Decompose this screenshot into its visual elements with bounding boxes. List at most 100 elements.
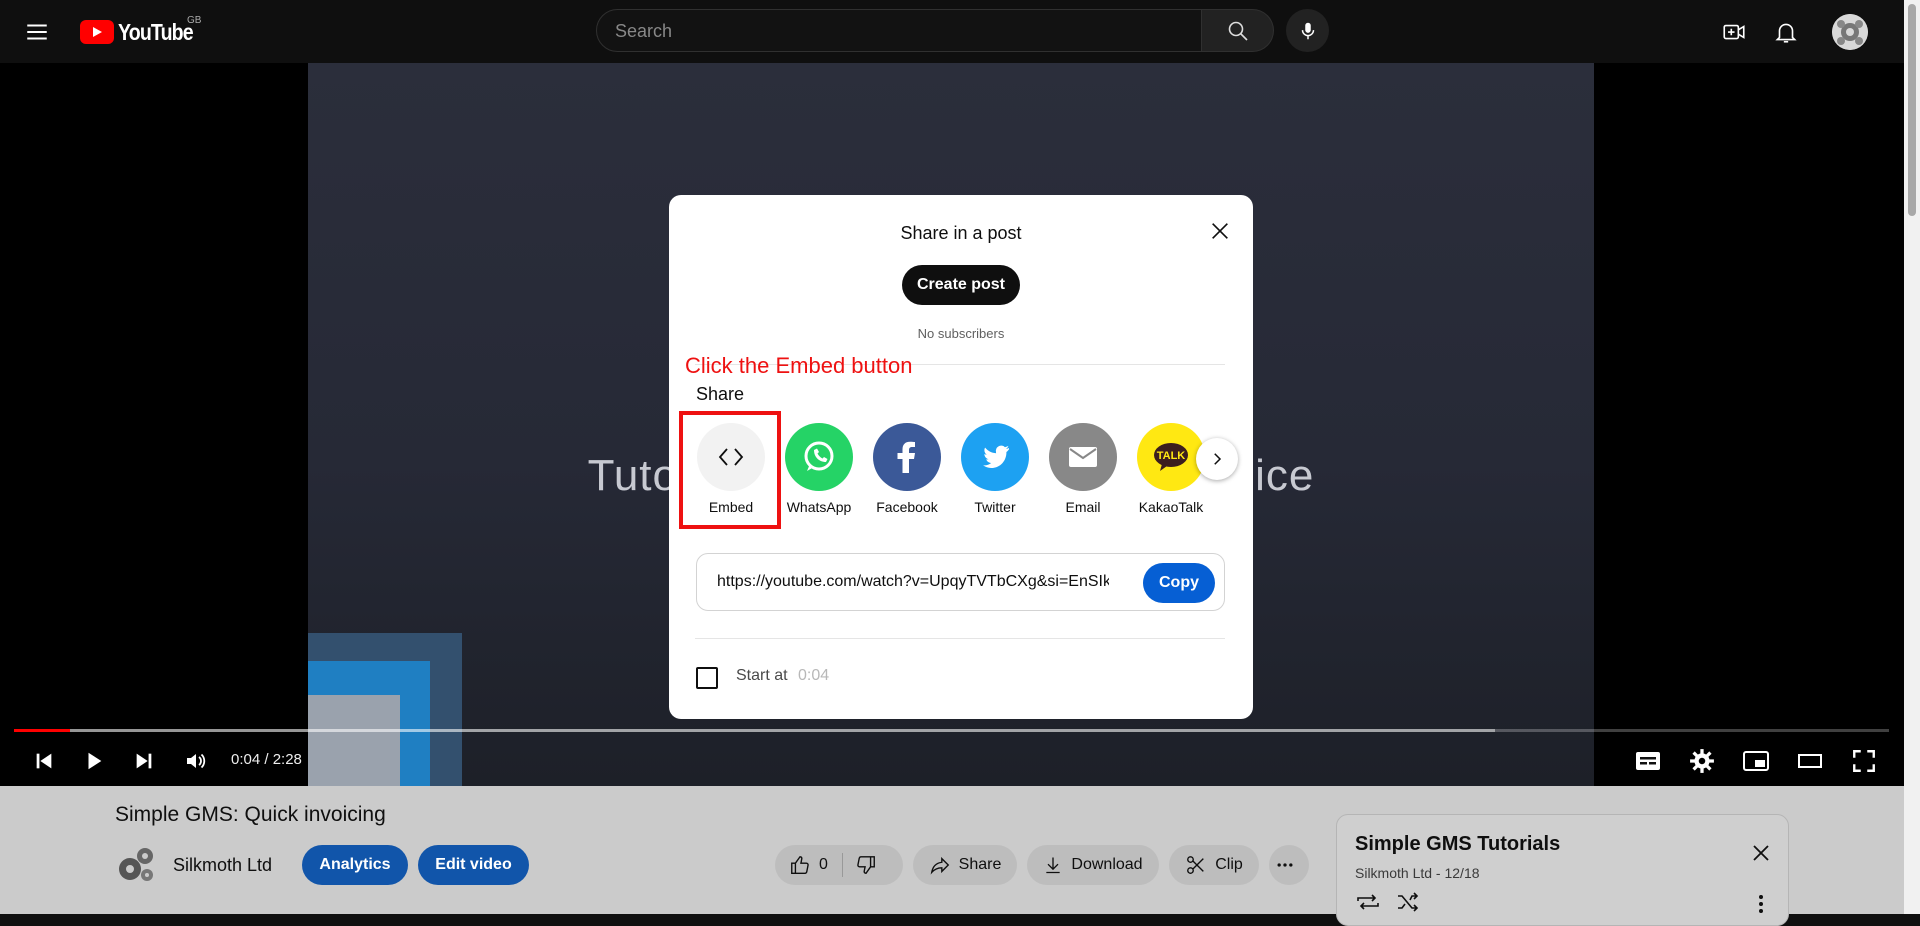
divider <box>695 638 1225 639</box>
share-target-label: Twitter <box>974 499 1016 515</box>
menu-icon[interactable] <box>24 19 50 45</box>
search-input[interactable] <box>597 10 1177 53</box>
share-arrow-icon <box>930 856 949 875</box>
create-video-icon[interactable] <box>1720 18 1748 46</box>
region-code: GB <box>187 15 202 26</box>
theater-mode-icon <box>1798 754 1822 768</box>
search-box <box>596 9 1202 53</box>
loop-icon[interactable] <box>1355 891 1381 913</box>
share-target-twitter[interactable]: Twitter <box>955 423 1035 515</box>
embed-highlight-box <box>679 411 781 529</box>
dialog-title: Share in a post <box>900 223 1022 243</box>
dislike-button[interactable] <box>855 854 885 876</box>
edit-video-button[interactable]: Edit video <box>418 845 529 885</box>
share-button[interactable]: Share <box>913 845 1017 885</box>
share-url-field: https://youtube.com/watch?v=UpqyTVTbCXg&… <box>696 553 1225 611</box>
clip-button[interactable]: Clip <box>1169 845 1259 885</box>
like-count: 0 <box>819 856 828 873</box>
miniplayer-button[interactable] <box>1740 745 1772 777</box>
search-button[interactable] <box>1202 9 1274 52</box>
share-target-label: Facebook <box>876 499 938 515</box>
analytics-button[interactable]: Analytics <box>302 845 408 885</box>
play-button[interactable] <box>78 745 110 777</box>
thumbs-up-icon <box>791 856 809 874</box>
search-icon <box>1228 21 1248 41</box>
progress-bar[interactable] <box>14 729 1889 732</box>
youtube-play-icon <box>80 20 114 44</box>
download-icon <box>1046 857 1061 874</box>
gears-icon <box>119 848 153 881</box>
like-dislike-group: 0 <box>775 845 903 885</box>
share-url[interactable]: https://youtube.com/watch?v=UpqyTVTbCXg&… <box>717 573 1109 591</box>
scissors-icon <box>1187 856 1205 874</box>
share-target-label: KakaoTalk <box>1138 499 1204 515</box>
share-target-facebook[interactable]: Facebook <box>867 423 947 515</box>
playlist-menu-icon[interactable] <box>1755 893 1767 915</box>
previous-button[interactable] <box>28 745 60 777</box>
tutorial-annotation: Click the Embed button <box>685 353 913 378</box>
share-heading: Share <box>696 384 745 404</box>
time-display: 0:04 / 2:28 <box>231 751 302 768</box>
shuffle-icon[interactable] <box>1395 891 1421 913</box>
progress-played <box>14 729 70 732</box>
logo-text: YouTube <box>118 18 194 45</box>
thumbs-down-icon <box>857 856 875 874</box>
miniplayer-icon <box>1743 751 1769 771</box>
subtitles-button[interactable] <box>1632 745 1664 777</box>
skip-previous-icon <box>36 753 52 769</box>
playlist-panel: Simple GMS Tutorials Silkmoth Ltd - 12/1… <box>1336 814 1789 926</box>
subtitles-icon <box>1636 752 1660 770</box>
play-icon <box>88 752 102 770</box>
chevron-right-icon[interactable] <box>1196 438 1238 480</box>
more-actions-button[interactable] <box>1269 845 1309 885</box>
more-horizontal-icon <box>1277 863 1293 867</box>
scrollbar-thumb[interactable] <box>1908 4 1916 216</box>
fullscreen-button[interactable] <box>1848 745 1880 777</box>
theater-mode-button[interactable] <box>1794 745 1826 777</box>
clip-label: Clip <box>1215 856 1243 873</box>
playlist-title[interactable]: Simple GMS Tutorials <box>1355 833 1560 856</box>
volume-icon <box>187 753 206 769</box>
channel-name[interactable]: Silkmoth Ltd <box>173 855 272 876</box>
no-subscribers-text: No subscribers <box>917 326 1005 341</box>
share-target-label: WhatsApp <box>786 499 852 515</box>
facebook-icon <box>873 423 941 491</box>
account-avatar[interactable] <box>1832 14 1868 50</box>
svg-text:TALK: TALK <box>1157 450 1186 462</box>
like-button[interactable]: 0 <box>789 854 828 876</box>
playlist-subtitle: Silkmoth Ltd - 12/18 <box>1355 865 1480 881</box>
copy-button[interactable]: Copy <box>1143 563 1215 603</box>
share-target-label: Email <box>1065 499 1101 515</box>
voice-search-button[interactable] <box>1286 9 1329 52</box>
share-label: Share <box>958 856 1002 873</box>
video-title: Simple GMS: Quick invoicing <box>115 803 386 826</box>
whatsapp-icon <box>785 423 853 491</box>
close-icon[interactable] <box>1204 215 1236 247</box>
email-icon <box>1049 423 1117 491</box>
video-graphic <box>308 695 400 786</box>
divider <box>841 853 843 877</box>
notifications-bell-icon[interactable] <box>1772 18 1800 46</box>
twitter-bird-icon <box>961 423 1029 491</box>
volume-button[interactable] <box>180 745 212 777</box>
download-label: Download <box>1071 856 1143 873</box>
share-target-email[interactable]: Email <box>1043 423 1123 515</box>
close-playlist-icon[interactable] <box>1749 841 1773 865</box>
start-at-checkbox[interactable] <box>696 667 718 689</box>
start-at-label: Start at <box>736 667 788 684</box>
skip-next-icon <box>136 753 152 769</box>
fullscreen-icon <box>1853 750 1875 772</box>
download-button[interactable]: Download <box>1027 845 1159 885</box>
settings-gear-icon <box>1690 749 1714 773</box>
next-button[interactable] <box>128 745 160 777</box>
share-dialog: Share in a post Create post No subscribe… <box>669 195 1253 719</box>
kakaotalk-icon: TALK <box>1137 423 1205 491</box>
create-post-button[interactable]: Create post <box>902 265 1020 305</box>
share-target-whatsapp[interactable]: WhatsApp <box>779 423 859 515</box>
channel-avatar[interactable] <box>115 843 157 885</box>
microphone-icon <box>1301 22 1314 39</box>
start-at-time[interactable]: 0:04 <box>798 667 829 685</box>
progress-buffer <box>14 729 1495 732</box>
settings-button[interactable] <box>1686 745 1718 777</box>
page-scrollbar[interactable] <box>1904 0 1920 914</box>
